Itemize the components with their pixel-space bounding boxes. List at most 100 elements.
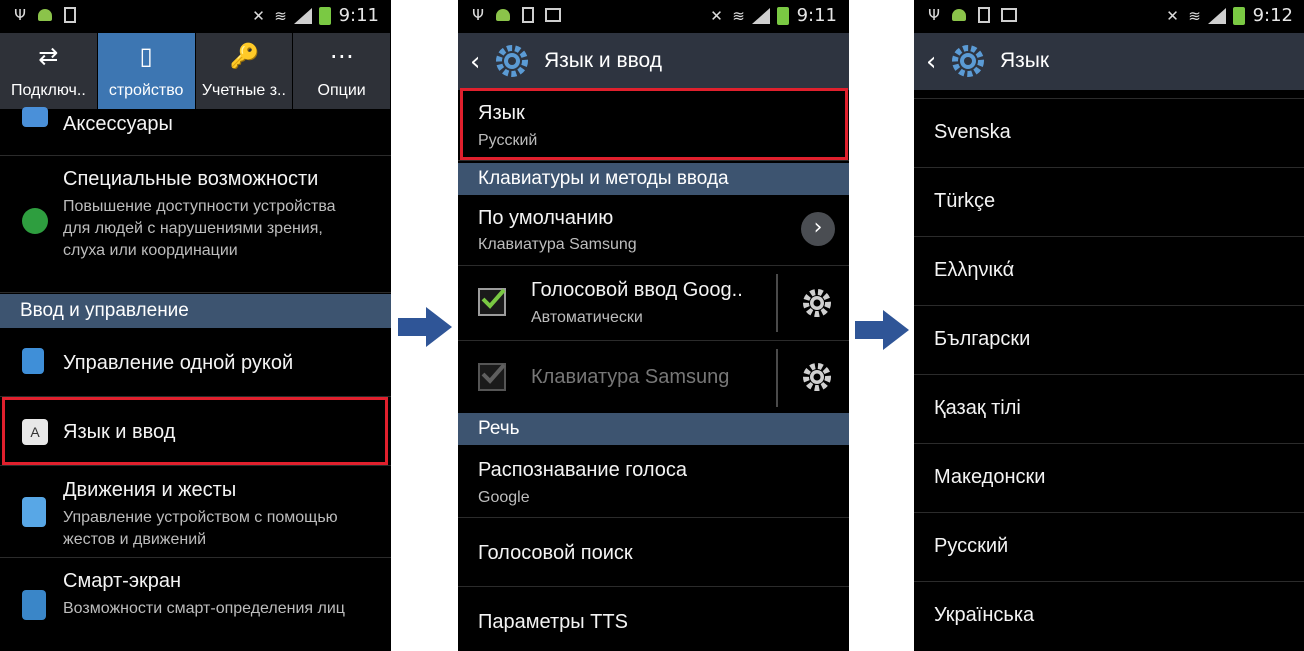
motions-icon	[22, 497, 46, 527]
sim-icon	[62, 6, 78, 24]
language-input-screen: Ψ ✕ ≋ 9:11 ‹ Язык и ввод Язык Русский Кл…	[458, 0, 849, 651]
list-item[interactable]: Македонски	[914, 444, 1304, 513]
accessibility-hand-icon	[22, 208, 48, 234]
screen-title: Язык	[1000, 49, 1050, 72]
signal-icon	[293, 7, 312, 25]
item-title: Распознавание голоса	[478, 459, 687, 481]
connections-icon: ⇄	[38, 43, 59, 70]
gear-icon[interactable]	[802, 288, 832, 318]
section-header-keyboards: Клавиатуры и методы ввода	[458, 163, 849, 195]
battery-icon	[1231, 6, 1247, 25]
item-title: Движения и жесты	[63, 479, 237, 501]
list-item[interactable]: Русский	[914, 513, 1304, 582]
back-chevron-icon[interactable]: ‹	[470, 47, 480, 77]
image-icon	[1001, 6, 1017, 24]
arrow-right-icon	[855, 310, 909, 350]
status-bar: Ψ ✕ ≋ 9:11	[0, 0, 391, 33]
list-item-voice-recognition[interactable]: Распознавание голоса Google	[458, 445, 849, 518]
one-hand-icon	[22, 348, 44, 374]
status-time: 9:12	[1252, 5, 1293, 26]
battery-icon	[775, 6, 791, 25]
back-chevron-icon[interactable]: ‹	[926, 47, 936, 77]
language-label: Svenska	[934, 121, 1011, 143]
language-label: Македонски	[934, 466, 1046, 488]
android-debug-icon	[37, 6, 53, 24]
item-subtitle: Google	[478, 489, 530, 506]
usb-icon: Ψ	[472, 6, 484, 24]
tab-more-options[interactable]: ⋯ Опции	[293, 33, 391, 109]
status-bar: Ψ ✕ ≋ 9:12	[914, 0, 1304, 33]
mute-icon: ✕	[1166, 6, 1179, 25]
mute-icon: ✕	[252, 6, 265, 25]
item-title: Специальные возможности	[63, 168, 319, 190]
item-title: Клавиатура Samsung	[531, 366, 730, 388]
checkmark-icon	[481, 363, 506, 384]
wifi-icon: ≋	[732, 6, 745, 25]
checkbox-google-voice[interactable]	[478, 288, 506, 316]
list-item-tts[interactable]: Параметры TTS	[458, 587, 849, 651]
wifi-icon: ≋	[274, 6, 287, 25]
list-item[interactable]: Български	[914, 306, 1304, 375]
divider	[776, 274, 778, 332]
item-title: Смарт-экран	[63, 570, 182, 592]
more-options-icon: ⋯	[329, 43, 354, 70]
usb-icon: Ψ	[14, 6, 26, 24]
settings-gear-icon	[952, 45, 984, 77]
checkmark-icon	[481, 288, 506, 309]
tab-label: Учетные з..	[201, 82, 286, 99]
action-bar: ‹ Язык	[914, 33, 1304, 90]
list-item-smart-screen[interactable]: Смарт-экран Возможности смарт-определени…	[0, 558, 391, 651]
highlight-box	[460, 88, 848, 160]
language-label: Ελληνικά	[934, 259, 1015, 281]
accessories-icon	[22, 107, 48, 127]
image-icon	[545, 6, 561, 24]
list-item[interactable]: Svenska	[914, 99, 1304, 168]
sim-icon	[976, 6, 992, 24]
tab-label: Опции	[317, 82, 366, 99]
list-item[interactable]: Türkçe	[914, 168, 1304, 237]
list-item[interactable]: Українська	[914, 582, 1304, 651]
item-title: Голосовой ввод Goog..	[531, 279, 743, 301]
list-item-samsung-keyboard[interactable]: Клавиатура Samsung	[458, 341, 849, 414]
list-item-accessories[interactable]: Аксессуары	[0, 107, 391, 156]
list-item-google-voice[interactable]: Голосовой ввод Goog.. Автоматически	[458, 266, 849, 341]
language-label: Türkçe	[934, 190, 996, 212]
tab-label: стройство	[108, 82, 184, 99]
list-item-voice-search[interactable]: Голосовой поиск	[458, 518, 849, 587]
settings-tabs: ⇄ Подключ.. ▯ стройство 🔑 Учетные з.. ⋯ …	[0, 33, 391, 109]
list-item-default-keyboard[interactable]: По умолчанию Клавиатура Samsung ›	[458, 195, 849, 266]
item-title: По умолчанию	[478, 207, 614, 229]
settings-device-screen: Ψ ✕ ≋ 9:11 ⇄ Подключ.. ▯ стройство 🔑 Уче…	[0, 0, 391, 651]
checkbox-samsung-keyboard[interactable]	[478, 363, 506, 391]
tab-label: Подключ..	[10, 82, 86, 99]
gear-icon[interactable]	[802, 362, 832, 392]
action-bar: ‹ Язык и ввод	[458, 33, 849, 90]
accounts-icon: 🔑	[229, 43, 260, 70]
list-item-accessibility[interactable]: Специальные возможности Повышение доступ…	[0, 156, 391, 293]
section-header-input: Ввод и управление	[0, 294, 391, 328]
language-label: Українська	[934, 604, 1035, 626]
item-title: Управление одной рукой	[63, 352, 294, 374]
language-label: Русский	[934, 535, 1009, 557]
mute-icon: ✕	[710, 6, 723, 25]
sim-icon	[520, 6, 536, 24]
signal-icon	[751, 7, 770, 25]
signal-icon	[1207, 7, 1226, 25]
divider	[776, 349, 778, 407]
section-header-speech: Речь	[458, 413, 849, 445]
list-item[interactable]: Ελληνικά	[914, 237, 1304, 306]
chevron-right-icon[interactable]: ›	[801, 212, 835, 246]
usb-icon: Ψ	[928, 6, 940, 24]
language-label: Български	[934, 328, 1031, 350]
highlight-box	[2, 397, 388, 465]
item-title: Аксессуары	[63, 113, 173, 135]
item-subtitle: Автоматически	[531, 309, 643, 326]
battery-icon	[317, 6, 333, 25]
list-item[interactable]: Қазақ тілі	[914, 375, 1304, 444]
list-item-one-hand[interactable]: Управление одной рукой	[0, 328, 391, 397]
tab-accounts[interactable]: 🔑 Учетные з..	[196, 33, 294, 109]
tab-device[interactable]: ▯ стройство	[97, 33, 196, 109]
tab-connections[interactable]: ⇄ Подключ..	[0, 33, 98, 109]
list-item-motions[interactable]: Движения и жесты Управление устройством …	[0, 467, 391, 558]
screen-title: Язык и ввод	[544, 49, 663, 72]
